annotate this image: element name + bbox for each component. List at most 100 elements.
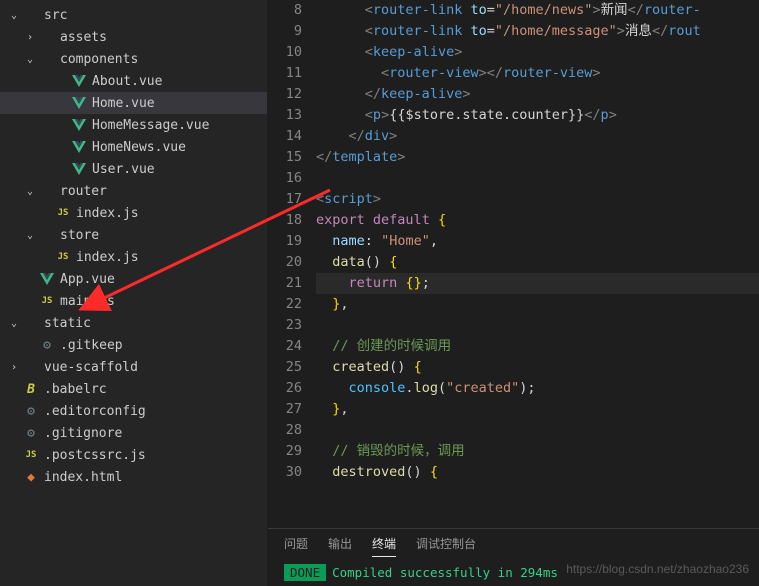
tree-item-label: components xyxy=(60,52,138,67)
tree-item-index-html[interactable]: ◆index.html xyxy=(0,466,267,488)
vue-icon xyxy=(38,273,56,285)
done-badge: DONE xyxy=(284,564,326,581)
code-line[interactable]: <router-view></router-view> xyxy=(316,63,759,84)
code-line[interactable]: }, xyxy=(316,399,759,420)
tree-item-About-vue[interactable]: About.vue xyxy=(0,70,267,92)
line-number: 24 xyxy=(268,336,302,357)
code-line[interactable] xyxy=(316,315,759,336)
code-line[interactable] xyxy=(316,420,759,441)
tree-item-store[interactable]: ⌄store xyxy=(0,224,267,246)
tree-item-HomeNews-vue[interactable]: HomeNews.vue xyxy=(0,136,267,158)
line-number: 30 xyxy=(268,462,302,483)
tab-output[interactable]: 输出 xyxy=(328,535,352,557)
tree-item-App-vue[interactable]: App.vue xyxy=(0,268,267,290)
js-icon: JS xyxy=(22,450,40,460)
code-line[interactable]: <p>{{$store.state.counter}}</p> xyxy=(316,105,759,126)
tree-item-HomeMessage-vue[interactable]: HomeMessage.vue xyxy=(0,114,267,136)
tree-item-Home-vue[interactable]: Home.vue xyxy=(0,92,267,114)
tree-item-components[interactable]: ⌄components xyxy=(0,48,267,70)
code-line[interactable]: }, xyxy=(316,294,759,315)
tree-item-index-js[interactable]: JSindex.js xyxy=(0,246,267,268)
line-number: 15 xyxy=(268,147,302,168)
chevron-icon: › xyxy=(22,32,38,43)
tree-item-static[interactable]: ⌄static xyxy=(0,312,267,334)
code-line[interactable]: export default { xyxy=(316,210,759,231)
code-line[interactable]: <keep-alive> xyxy=(316,42,759,63)
tab-terminal[interactable]: 终端 xyxy=(372,535,396,557)
chevron-icon: ⌄ xyxy=(22,186,38,197)
tree-item--gitkeep[interactable]: ⚙ .gitkeep xyxy=(0,334,267,356)
tree-item-label: store xyxy=(60,228,99,243)
editor-pane: 8910111213141516171819202122232425262728… xyxy=(268,0,759,586)
tab-debug-console[interactable]: 调试控制台 xyxy=(416,535,476,557)
code-line[interactable]: return {}; xyxy=(316,273,759,294)
vue-icon xyxy=(70,163,88,175)
tree-item--editorconfig[interactable]: ⚙.editorconfig xyxy=(0,400,267,422)
tree-item-assets[interactable]: ›assets xyxy=(0,26,267,48)
line-number: 22 xyxy=(268,294,302,315)
code-content[interactable]: <router-link to="/home/news">新闻</router-… xyxy=(316,0,759,528)
tree-item-vue-scaffold[interactable]: ›vue-scaffold xyxy=(0,356,267,378)
tree-item-label: main.js xyxy=(60,294,115,309)
line-number: 19 xyxy=(268,231,302,252)
gear-icon: ⚙ xyxy=(38,338,56,353)
file-explorer[interactable]: ⌄src›assets⌄componentsAbout.vueHome.vueH… xyxy=(0,0,268,586)
code-line[interactable]: data() { xyxy=(316,252,759,273)
code-line[interactable]: </div> xyxy=(316,126,759,147)
tree-item-label: HomeNews.vue xyxy=(92,140,186,155)
code-line[interactable]: destroved() { xyxy=(316,462,759,483)
tree-item-label: Home.vue xyxy=(92,96,155,111)
line-number: 14 xyxy=(268,126,302,147)
tree-item-label: App.vue xyxy=(60,272,115,287)
code-line[interactable]: console.log("created"); xyxy=(316,378,759,399)
chevron-icon: › xyxy=(6,362,22,373)
line-number: 26 xyxy=(268,378,302,399)
code-line[interactable]: // 创建的时候调用 xyxy=(316,336,759,357)
js-icon: JS xyxy=(54,252,72,262)
code-line[interactable]: name: "Home", xyxy=(316,231,759,252)
line-number: 10 xyxy=(268,42,302,63)
tree-item-index-js[interactable]: JS index.js xyxy=(0,202,267,224)
chevron-icon: ⌄ xyxy=(6,10,22,21)
code-line[interactable]: <script> xyxy=(316,189,759,210)
code-line[interactable]: created() { xyxy=(316,357,759,378)
line-number: 8 xyxy=(268,0,302,21)
code-line[interactable]: </template> xyxy=(316,147,759,168)
tree-item-User-vue[interactable]: User.vue xyxy=(0,158,267,180)
tree-item-label: .gitkeep xyxy=(60,338,123,353)
tree-item--postcssrc-js[interactable]: JS.postcssrc.js xyxy=(0,444,267,466)
line-number: 11 xyxy=(268,63,302,84)
line-number: 25 xyxy=(268,357,302,378)
line-number: 9 xyxy=(268,21,302,42)
tree-item-label: .babelrc xyxy=(44,382,107,397)
tree-item-label: router xyxy=(60,184,107,199)
code-line[interactable]: <router-link to="/home/news">新闻</router- xyxy=(316,0,759,21)
line-number: 13 xyxy=(268,105,302,126)
tree-item--babelrc[interactable]: B.babelrc xyxy=(0,378,267,400)
code-line[interactable]: // 销毁的时候，调用 xyxy=(316,441,759,462)
js-icon: JS xyxy=(54,208,72,218)
tab-problems[interactable]: 问题 xyxy=(284,535,308,557)
tree-item-src[interactable]: ⌄src xyxy=(0,4,267,26)
vue-icon xyxy=(70,141,88,153)
code-line[interactable]: </keep-alive> xyxy=(316,84,759,105)
tree-item-label: index.js xyxy=(76,206,139,221)
line-number: 16 xyxy=(268,168,302,189)
gear-icon: ⚙ xyxy=(22,426,40,441)
terminal-panel: 问题 输出 终端 调试控制台 DONECompiled successfully… xyxy=(268,528,759,586)
tree-item-label: static xyxy=(44,316,91,331)
line-gutter: 8910111213141516171819202122232425262728… xyxy=(268,0,316,528)
code-line[interactable]: <router-link to="/home/message">消息</rout xyxy=(316,21,759,42)
line-number: 23 xyxy=(268,315,302,336)
tree-item-label: index.html xyxy=(44,470,122,485)
tree-item-router[interactable]: ⌄ router xyxy=(0,180,267,202)
line-number: 21 xyxy=(268,273,302,294)
tree-item-main-js[interactable]: JSmain.js xyxy=(0,290,267,312)
tree-item-label: .gitignore xyxy=(44,426,122,441)
tree-item--gitignore[interactable]: ⚙ .gitignore xyxy=(0,422,267,444)
code-line[interactable] xyxy=(316,168,759,189)
tree-item-label: User.vue xyxy=(92,162,155,177)
vue-icon xyxy=(70,75,88,87)
terminal-tabs: 问题 输出 终端 调试控制台 xyxy=(268,529,759,563)
line-number: 27 xyxy=(268,399,302,420)
